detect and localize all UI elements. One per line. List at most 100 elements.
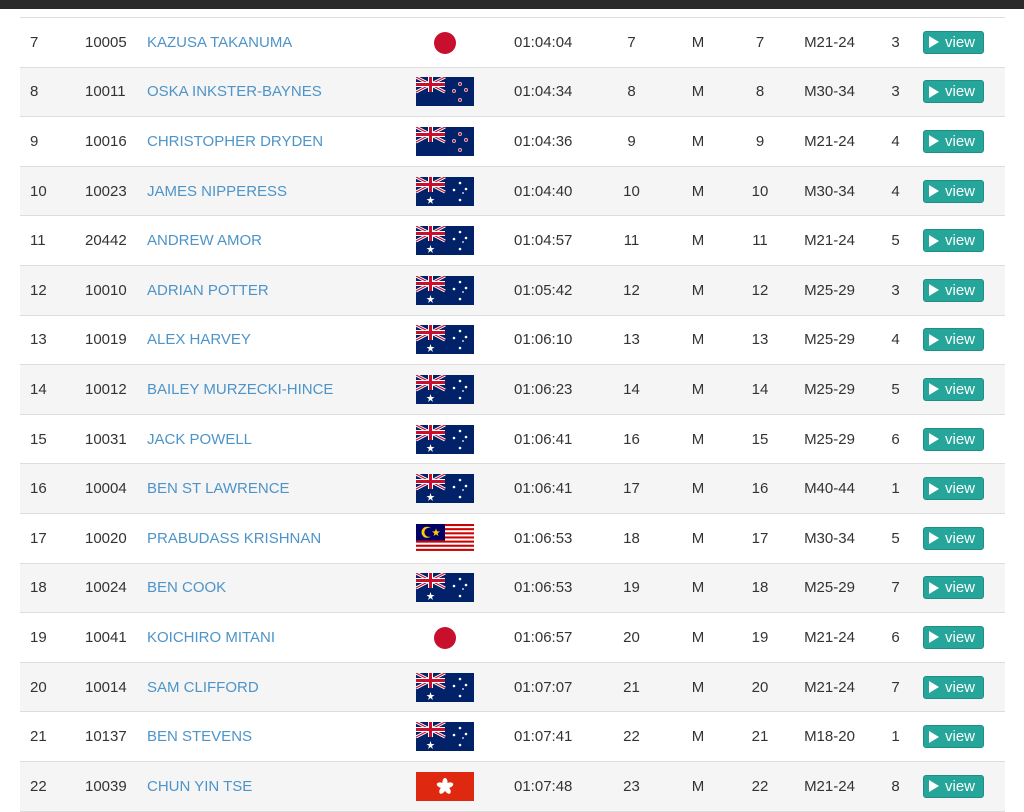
gender-cell: M (655, 711, 741, 762)
view-button[interactable]: view (923, 129, 984, 153)
play-icon (929, 631, 939, 644)
view-button[interactable]: view (923, 179, 984, 203)
athlete-name-link[interactable]: JAMES NIPPERESS (147, 183, 287, 200)
australia-flag-icon (416, 176, 474, 206)
gender-position-cell: 16 (741, 463, 779, 514)
view-button[interactable]: view (923, 576, 984, 600)
rank-cell: 7 (20, 17, 85, 68)
view-button[interactable]: view (923, 229, 984, 253)
play-icon (929, 482, 939, 495)
country-flag (416, 463, 514, 514)
category-cell: M21-24 (779, 662, 880, 713)
rank-cell: 13 (20, 315, 85, 366)
rank-cell: 17 (20, 513, 85, 564)
overall-position-cell: 8 (608, 67, 655, 118)
view-button[interactable]: view (923, 427, 984, 451)
view-button-label: view (945, 579, 976, 597)
athlete-name-link[interactable]: BEN ST LAWRENCE (147, 480, 290, 497)
view-button-label: view (945, 777, 976, 795)
gender-position-cell: 14 (741, 364, 779, 415)
athlete-name-link[interactable]: BAILEY MURZECKI-HINCE (147, 381, 333, 398)
athlete-name-link[interactable]: ANDREW AMOR (147, 232, 262, 249)
table-row: 7 10005 KAZUSA TAKANUMA 01:04:04 7 M 7 M21-24 3 v… (20, 17, 1005, 68)
japan-flag-icon (434, 626, 456, 649)
view-button[interactable]: view (923, 477, 984, 501)
japan-flag-icon (434, 31, 456, 54)
view-button[interactable]: view (923, 30, 984, 54)
athlete-name-link[interactable]: CHUN YIN TSE (147, 778, 252, 795)
gender-position-cell: 7 (741, 17, 779, 68)
finish-time-cell: 01:06:53 (514, 563, 608, 614)
athlete-name-link[interactable]: PRABUDASS KRISHNAN (147, 530, 321, 547)
bib-cell: 10020 (85, 513, 147, 564)
country-flag (416, 612, 514, 663)
rank-cell: 16 (20, 463, 85, 514)
athlete-name-link[interactable]: BEN COOK (147, 579, 226, 596)
country-flag (416, 761, 514, 812)
category-cell: M25-29 (779, 265, 880, 316)
view-button[interactable]: view (923, 377, 984, 401)
view-button-label: view (945, 33, 976, 51)
australia-flag-icon (416, 374, 474, 404)
athlete-name-link[interactable]: SAM CLIFFORD (147, 679, 259, 696)
table-row: 16 10004 BEN ST LAWRENCE 01:06:41 17 M 16 M40-4… (20, 463, 1005, 514)
view-button[interactable]: view (923, 328, 984, 352)
category-position-cell: 4 (880, 116, 911, 167)
gender-cell: M (655, 315, 741, 366)
view-button[interactable]: view (923, 80, 984, 104)
rank-cell: 10 (20, 166, 85, 217)
country-flag (416, 513, 514, 564)
gender-position-cell: 11 (741, 215, 779, 266)
athlete-name-link[interactable]: KOICHIRO MITANI (147, 629, 275, 646)
view-button-label: view (945, 281, 976, 299)
view-button-label: view (945, 132, 976, 150)
rank-cell: 21 (20, 711, 85, 762)
overall-position-cell: 12 (608, 265, 655, 316)
bib-cell: 10137 (85, 711, 147, 762)
view-button[interactable]: view (923, 675, 984, 699)
athlete-name-link[interactable]: ADRIAN POTTER (147, 282, 269, 299)
table-row: 13 10019 ALEX HARVEY 01:06:10 13 M 13 M25-29 4 vi… (20, 315, 1005, 366)
table-row: 20 10014 SAM CLIFFORD 01:07:07 21 M 20 M21-24 7 v… (20, 662, 1005, 713)
gender-cell: M (655, 67, 741, 118)
country-flag (416, 662, 514, 713)
category-cell: M25-29 (779, 414, 880, 465)
finish-time-cell: 01:06:23 (514, 364, 608, 415)
play-icon (929, 532, 939, 545)
play-icon (929, 730, 939, 743)
bib-cell: 10023 (85, 166, 147, 217)
finish-time-cell: 01:04:57 (514, 215, 608, 266)
table-row: 17 10020 PRABUDASS KRISHNAN 01:06:53 18 M 17 M3… (20, 513, 1005, 564)
view-button[interactable]: view (923, 725, 984, 749)
view-button[interactable]: view (923, 278, 984, 302)
gender-position-cell: 19 (741, 612, 779, 663)
athlete-name-link[interactable]: ALEX HARVEY (147, 331, 251, 348)
overall-position-cell: 18 (608, 513, 655, 564)
athlete-name-link[interactable]: BEN STEVENS (147, 728, 252, 745)
athlete-name-link[interactable]: JACK POWELL (147, 431, 252, 448)
athlete-name-link[interactable]: CHRISTOPHER DRYDEN (147, 133, 323, 150)
results-table: 7 10005 KAZUSA TAKANUMA 01:04:04 7 M 7 M21-24 3 v… (20, 17, 1005, 812)
australia-flag-icon (416, 722, 474, 752)
gender-position-cell: 12 (741, 265, 779, 316)
view-button[interactable]: view (923, 526, 984, 550)
athlete-name-link[interactable]: OSKA INKSTER-BAYNES (147, 83, 322, 100)
view-button[interactable]: view (923, 625, 984, 649)
category-cell: M30-34 (779, 513, 880, 564)
bib-cell: 10010 (85, 265, 147, 316)
category-cell: M18-20 (779, 711, 880, 762)
rank-cell: 9 (20, 116, 85, 167)
finish-time-cell: 01:04:04 (514, 17, 608, 68)
finish-time-cell: 01:06:10 (514, 315, 608, 366)
overall-position-cell: 7 (608, 17, 655, 68)
view-button-label: view (945, 83, 976, 101)
rank-cell: 8 (20, 67, 85, 118)
gender-position-cell: 15 (741, 414, 779, 465)
category-position-cell: 4 (880, 315, 911, 366)
table-row: 19 10041 KOICHIRO MITANI 01:06:57 20 M 19 M21-2… (20, 612, 1005, 663)
country-flag (416, 17, 514, 68)
view-button[interactable]: view (923, 774, 984, 798)
bib-cell: 10019 (85, 315, 147, 366)
athlete-name-link[interactable]: KAZUSA TAKANUMA (147, 34, 292, 51)
overall-position-cell: 23 (608, 761, 655, 812)
